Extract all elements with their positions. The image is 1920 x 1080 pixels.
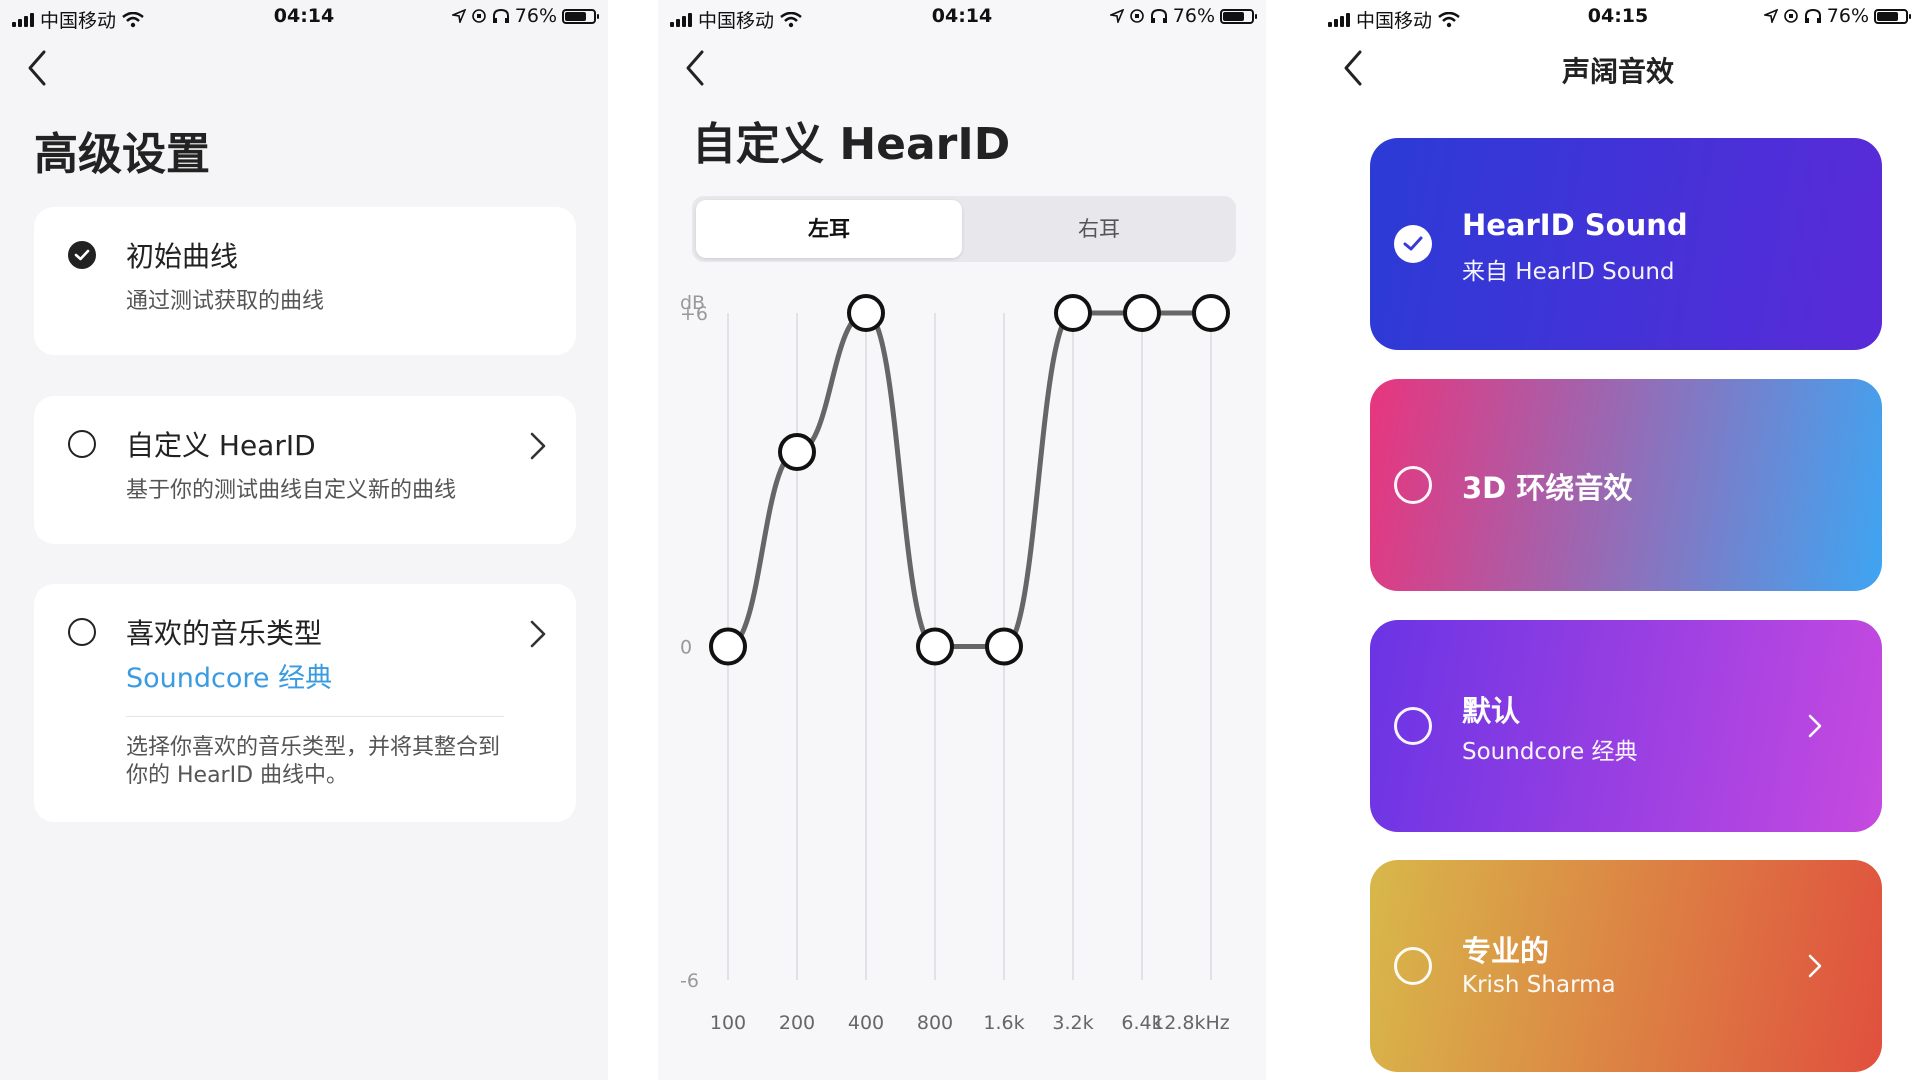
orientation-lock-icon	[471, 9, 486, 23]
effect-card-3d-surround[interactable]: 3D 环绕音效	[1370, 379, 1882, 591]
effect-title: 3D 环绕音效	[1462, 471, 1633, 505]
radio-unchecked-icon[interactable]	[68, 618, 96, 646]
eq-curve-line	[727, 310, 1211, 649]
x-tick-label: 12.8kHz	[1152, 1012, 1230, 1034]
eq-point-handle[interactable]	[709, 627, 747, 666]
effect-subtitle: Soundcore 经典	[1462, 739, 1638, 765]
chevron-right-icon	[530, 432, 546, 460]
sound-effects-screen: 中国移动 04:15 76% 声阔音效 HearID Sound 来自 Hear…	[1316, 0, 1920, 1080]
headphones-icon	[492, 8, 509, 23]
status-bar: 中国移动 04:14 76%	[658, 0, 1266, 36]
status-bar: 中国移动 04:15 76%	[1316, 0, 1920, 36]
y-tick-label: -6	[680, 970, 699, 992]
eq-point-handle[interactable]	[985, 627, 1023, 666]
status-bar: 中国移动 04:14 76%	[0, 0, 608, 36]
x-tick-labels: 100 200 400 800 1.6k 3.2k 6.4k12.8kHz	[710, 1012, 1230, 1034]
effect-title: 默认	[1462, 694, 1521, 728]
y-tick-label: +6	[680, 303, 708, 325]
option-initial-curve[interactable]: 初始曲线 通过测试获取的曲线	[34, 207, 576, 355]
effect-title: HearID Sound	[1462, 208, 1688, 242]
chevron-right-icon	[1808, 714, 1822, 738]
battery-percent: 76%	[1826, 5, 1869, 27]
battery-icon	[1874, 8, 1911, 24]
battery-fill	[1877, 11, 1899, 21]
x-tick-label: 800	[917, 1012, 953, 1034]
eq-point-handle[interactable]	[847, 294, 885, 332]
page-title: 高级设置	[34, 129, 210, 180]
tab-left-ear[interactable]: 左耳	[696, 200, 962, 258]
location-icon	[1109, 9, 1124, 23]
check-icon	[74, 249, 90, 261]
effect-subtitle: 来自 HearID Sound	[1462, 259, 1675, 285]
x-tick-label: 1.6k	[983, 1012, 1024, 1034]
eq-points	[709, 294, 1230, 666]
orientation-lock-icon	[1129, 9, 1144, 23]
effect-card-default[interactable]: 默认 Soundcore 经典	[1370, 620, 1882, 832]
option-title: 初始曲线	[126, 240, 239, 273]
effect-card-hearid-sound[interactable]: HearID Sound 来自 HearID Sound	[1370, 138, 1882, 350]
x-tick-label: 400	[848, 1012, 884, 1034]
x-tick-label: 3.2k	[1052, 1012, 1093, 1034]
battery-fill	[565, 11, 587, 21]
advanced-settings-screen: 中国移动 04:14 76% 高级设置 初始曲线 通过测试获取的曲线 自定义 H…	[0, 0, 608, 1080]
eq-point-handle[interactable]	[1123, 294, 1161, 332]
headphones-icon	[1150, 8, 1167, 23]
location-icon	[1763, 9, 1778, 23]
ear-segmented-control: 左耳 右耳	[692, 196, 1236, 262]
y-tick-labels: +6 0 -6	[680, 303, 708, 992]
battery-icon	[1220, 8, 1257, 24]
card-divider	[126, 716, 504, 717]
genre-value-link[interactable]: Soundcore 经典	[126, 656, 332, 695]
page-title: 声阔音效	[1561, 55, 1674, 88]
x-tick-label: 200	[779, 1012, 815, 1034]
option-custom-hearid[interactable]: 自定义 HearID 基于你的测试曲线自定义新的曲线	[34, 396, 576, 544]
battery-icon	[562, 8, 599, 24]
x-tick-label: 100	[710, 1012, 746, 1034]
radio-unchecked-icon[interactable]	[68, 430, 96, 458]
chevron-right-icon	[530, 620, 546, 648]
location-icon	[451, 9, 466, 23]
eq-point-handle[interactable]	[778, 432, 816, 471]
eq-point-handle[interactable]	[1192, 294, 1230, 332]
effect-subtitle: Krish Sharma	[1462, 972, 1616, 998]
battery-fill	[1223, 11, 1245, 21]
effect-card-professional[interactable]: 专业的 Krish Sharma	[1370, 860, 1882, 1072]
radio-unchecked-icon[interactable]	[1394, 707, 1432, 745]
headphones-icon	[1804, 8, 1821, 23]
tab-right-ear[interactable]: 右耳	[966, 200, 1232, 258]
eq-point-handle[interactable]	[916, 627, 954, 666]
page-title: 自定义 HearID	[692, 119, 1011, 170]
status-right: 76%	[451, 5, 599, 27]
y-tick-label: 0	[680, 637, 692, 659]
option-description: 选择你喜欢的音乐类型，并将其整合到你的 HearID 曲线中。	[126, 735, 501, 788]
status-right: 76%	[1763, 5, 1911, 27]
option-subtitle: 通过测试获取的曲线	[126, 289, 325, 314]
check-icon	[1403, 236, 1423, 251]
radio-unchecked-icon[interactable]	[1394, 466, 1432, 504]
chevron-right-icon	[1808, 954, 1822, 978]
option-title: 自定义 HearID	[126, 429, 316, 462]
radio-unchecked-icon[interactable]	[1394, 947, 1432, 985]
option-title: 喜欢的音乐类型	[126, 617, 323, 650]
back-button[interactable]	[24, 48, 54, 88]
radio-checked-icon[interactable]	[68, 241, 96, 269]
option-subtitle: 基于你的测试曲线自定义新的曲线	[126, 478, 457, 503]
eq-chart: dB +60-6 100 200 400 800 1.6k 3.2k 6.4k12.8kHz	[680, 292, 1230, 1034]
status-right: 76%	[1109, 5, 1257, 27]
effect-title: 专业的	[1462, 934, 1550, 968]
eq-point-handle[interactable]	[1054, 294, 1092, 332]
battery-percent: 76%	[1172, 5, 1215, 27]
option-music-genre[interactable]: 喜欢的音乐类型 Soundcore 经典 选择你喜欢的音乐类型，并将其整合到你的…	[34, 584, 576, 822]
back-button[interactable]	[682, 48, 712, 88]
radio-checked-icon[interactable]	[1394, 225, 1432, 263]
battery-percent: 76%	[514, 5, 557, 27]
orientation-lock-icon	[1783, 9, 1798, 23]
custom-hearid-screen: 中国移动 04:14 76% 自定义 HearID 左耳 右耳 dB +6 0 -6…	[658, 0, 1266, 1080]
